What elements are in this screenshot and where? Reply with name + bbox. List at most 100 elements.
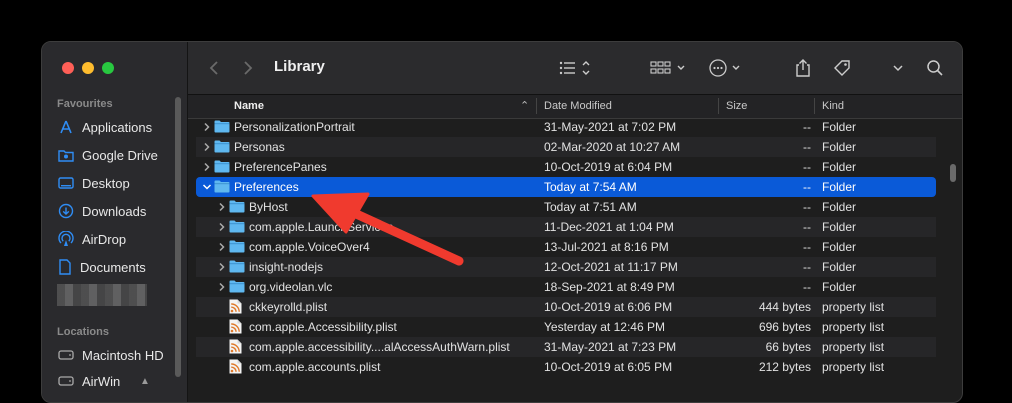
file-kind: Folder bbox=[822, 220, 857, 234]
file-name: com.apple.LaunchServices bbox=[249, 220, 394, 234]
applications-icon bbox=[60, 120, 72, 134]
table-row[interactable]: insight-nodejs 12-Oct-2021 at 11:17 PM -- F… bbox=[196, 257, 936, 277]
action-button[interactable] bbox=[708, 56, 746, 80]
table-row[interactable]: PersonalizationPortrait 31-May-2021 at 7:… bbox=[196, 117, 936, 137]
column-divider[interactable] bbox=[536, 98, 537, 114]
file-date-modified: 10-Oct-2019 at 6:05 PM bbox=[544, 360, 673, 374]
file-name: ckkeyrolld.plist bbox=[249, 300, 328, 314]
column-kind[interactable]: Kind bbox=[822, 100, 844, 112]
disclosure-chevron-right-icon[interactable] bbox=[202, 160, 212, 174]
airdrop-icon bbox=[58, 231, 74, 246]
file-name: com.apple.VoiceOver4 bbox=[249, 240, 370, 254]
column-divider[interactable] bbox=[814, 98, 815, 114]
eject-icon[interactable]: ▲ bbox=[140, 376, 150, 387]
file-kind: property list bbox=[822, 300, 885, 314]
file-size: 212 bytes bbox=[758, 360, 811, 374]
sidebar-scrollbar[interactable] bbox=[175, 97, 181, 377]
redacted-sidebar-item[interactable] bbox=[57, 284, 147, 306]
table-row[interactable]: com.apple.LaunchServices 11-Dec-2021 at 1… bbox=[196, 217, 936, 237]
table-row[interactable]: ckkeyrolld.plist 10-Oct-2019 at 6:06 PM 44… bbox=[196, 297, 936, 317]
file-date-modified: 10-Oct-2019 at 6:06 PM bbox=[544, 300, 673, 314]
favourites-heading: Favourites bbox=[57, 98, 113, 110]
sidebar-item-downloads[interactable]: Downloads bbox=[58, 200, 176, 222]
sidebar-item-applications[interactable]: Applications bbox=[58, 116, 176, 138]
sidebar-item-google-drive[interactable]: Google Drive bbox=[58, 144, 176, 166]
disclosure-chevron-right-icon[interactable] bbox=[202, 120, 212, 134]
table-row-selected[interactable]: Preferences Today at 7:54 AM -- Folder bbox=[196, 177, 936, 197]
forward-button[interactable] bbox=[242, 56, 254, 80]
close-window-button[interactable] bbox=[62, 62, 74, 74]
search-icon bbox=[927, 60, 943, 76]
window-title: Library bbox=[274, 58, 325, 75]
file-kind: property list bbox=[822, 320, 885, 334]
chevron-right-icon bbox=[244, 61, 253, 75]
sidebar: Favourites Applications Google Drive Des… bbox=[42, 42, 188, 402]
table-row[interactable]: com.apple.Accessibility.plist Yesterday a… bbox=[196, 317, 936, 337]
sidebar-item-desktop[interactable]: Desktop bbox=[58, 172, 176, 194]
file-size: 696 bytes bbox=[758, 320, 811, 334]
folder-icon bbox=[229, 240, 245, 256]
downloads-icon bbox=[58, 203, 74, 219]
share-button[interactable] bbox=[794, 56, 812, 80]
disclosure-chevron-right-icon[interactable] bbox=[217, 200, 227, 214]
file-kind: Folder bbox=[822, 200, 857, 214]
drive-folder-icon bbox=[58, 150, 74, 162]
column-date-modified[interactable]: Date Modified bbox=[544, 100, 612, 112]
file-kind: Folder bbox=[822, 140, 857, 154]
table-row[interactable]: ByHost Today at 7:51 AM -- Folder bbox=[196, 197, 936, 217]
file-kind: Folder bbox=[822, 120, 857, 134]
minimize-window-button[interactable] bbox=[82, 62, 94, 74]
file-size: -- bbox=[803, 120, 811, 134]
table-row[interactable]: org.videolan.vlc 18-Sep-2021 at 8:49 PM --… bbox=[196, 277, 936, 297]
folder-icon bbox=[229, 220, 245, 236]
table-row[interactable]: com.apple.VoiceOver4 13-Jul-2021 at 8:16 … bbox=[196, 237, 936, 257]
tags-button[interactable] bbox=[832, 56, 852, 80]
zoom-window-button[interactable] bbox=[102, 62, 114, 74]
documents-icon bbox=[59, 259, 71, 275]
sidebar-item-label: Applications bbox=[82, 119, 153, 135]
sidebar-item-documents[interactable]: Documents bbox=[58, 256, 176, 278]
group-button[interactable] bbox=[650, 56, 688, 80]
column-header: Name ⌃ Date Modified Size Kind bbox=[188, 95, 962, 119]
file-date-modified: 31-May-2021 at 7:02 PM bbox=[544, 120, 677, 134]
disclosure-chevron-right-icon[interactable] bbox=[217, 240, 227, 254]
sidebar-item-airdrop[interactable]: AirDrop bbox=[58, 228, 176, 250]
file-kind: Folder bbox=[822, 280, 857, 294]
disclosure-chevron-right-icon[interactable] bbox=[217, 280, 227, 294]
view-options-button[interactable] bbox=[559, 56, 593, 80]
folder-icon bbox=[214, 180, 230, 196]
file-kind: Folder bbox=[822, 240, 857, 254]
file-size: -- bbox=[803, 260, 811, 274]
sort-ascending-icon[interactable]: ⌃ bbox=[520, 99, 529, 112]
toolbar: Library bbox=[188, 42, 962, 95]
folder-icon bbox=[214, 140, 230, 156]
file-name: Personas bbox=[234, 140, 285, 154]
file-date-modified: 13-Jul-2021 at 8:16 PM bbox=[544, 240, 669, 254]
table-row[interactable]: PreferencePanes 10-Oct-2019 at 6:04 PM -- F… bbox=[196, 157, 936, 177]
grid-icon bbox=[650, 61, 685, 74]
table-row[interactable]: com.apple.accessibility....alAccessAuthW… bbox=[196, 337, 936, 357]
table-row[interactable]: Personas 02-Mar-2020 at 10:27 AM -- Folder bbox=[196, 137, 936, 157]
disclosure-chevron-right-icon[interactable] bbox=[217, 220, 227, 234]
disclosure-chevron-right-icon[interactable] bbox=[202, 140, 212, 154]
back-button[interactable] bbox=[208, 56, 220, 80]
finder-window: Favourites Applications Google Drive Des… bbox=[41, 41, 963, 403]
file-size: 444 bytes bbox=[758, 300, 811, 314]
search-button[interactable] bbox=[926, 56, 944, 80]
file-size: -- bbox=[803, 140, 811, 154]
column-divider[interactable] bbox=[718, 98, 719, 114]
file-name: insight-nodejs bbox=[249, 260, 324, 274]
plist-file-icon bbox=[229, 319, 242, 337]
disclosure-chevron-down-icon[interactable] bbox=[202, 180, 212, 194]
sidebar-item-airwin[interactable]: AirWin bbox=[58, 370, 176, 392]
column-name[interactable]: Name bbox=[234, 100, 264, 112]
table-row[interactable]: com.apple.accounts.plist 10-Oct-2019 at 6… bbox=[196, 357, 936, 377]
toolbar-overflow-button[interactable] bbox=[892, 56, 904, 80]
folder-icon bbox=[229, 280, 245, 296]
sidebar-item-macintosh-hd[interactable]: Macintosh HD bbox=[58, 344, 176, 366]
column-size[interactable]: Size bbox=[726, 100, 747, 112]
sidebar-item-label: AirWin bbox=[82, 373, 121, 389]
file-list-scrollbar[interactable] bbox=[950, 164, 956, 182]
disk-icon bbox=[58, 376, 74, 386]
disclosure-chevron-right-icon[interactable] bbox=[217, 260, 227, 274]
